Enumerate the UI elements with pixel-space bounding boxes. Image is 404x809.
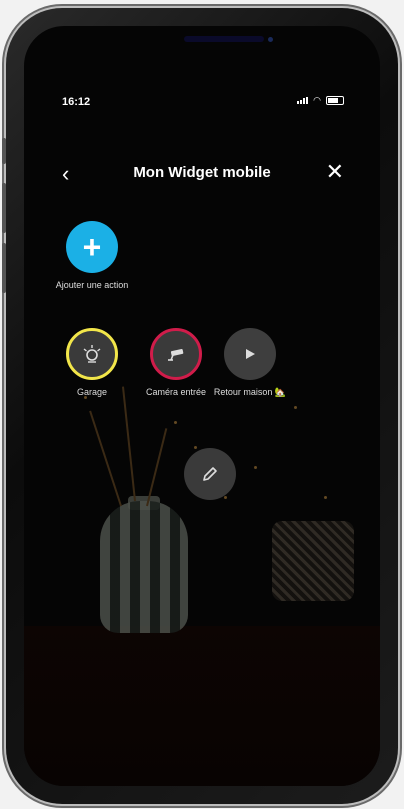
pencil-icon bbox=[184, 448, 236, 500]
camera-action[interactable]: Caméra entrée bbox=[136, 328, 216, 398]
garage-action[interactable]: Garage bbox=[52, 328, 132, 398]
dry-flower bbox=[254, 466, 257, 469]
dry-flower bbox=[294, 406, 297, 409]
background-table bbox=[24, 626, 380, 786]
plus-icon: + bbox=[66, 221, 118, 273]
dry-branch bbox=[146, 428, 168, 507]
screen: 16:12 ◠ ‹ Mon Widget mobile ✕ + Ajouter … bbox=[24, 26, 380, 786]
speaker-grill bbox=[184, 36, 264, 42]
close-button[interactable]: ✕ bbox=[326, 161, 344, 183]
dry-flower bbox=[174, 421, 177, 424]
volume-down-button bbox=[2, 243, 6, 293]
add-action-label: Ajouter une action bbox=[55, 280, 129, 290]
volume-up-button bbox=[2, 183, 6, 233]
wifi-icon: ◠ bbox=[313, 95, 321, 105]
add-action-button[interactable]: + Ajouter une action bbox=[52, 221, 132, 291]
signal-icon bbox=[297, 97, 309, 104]
camera-label: Caméra entrée bbox=[145, 387, 207, 397]
scenario-action[interactable]: Retour maison 🏡 bbox=[210, 328, 290, 398]
dry-branch bbox=[89, 410, 122, 507]
mute-switch bbox=[2, 138, 6, 164]
battery-icon bbox=[326, 96, 344, 105]
garage-light-icon bbox=[66, 328, 118, 380]
scenario-label: Retour maison 🏡 bbox=[213, 387, 287, 397]
edit-button[interactable] bbox=[184, 448, 236, 500]
woven-vase bbox=[272, 521, 354, 601]
front-camera bbox=[268, 37, 273, 42]
status-time: 16:12 bbox=[62, 96, 91, 108]
security-camera-icon bbox=[150, 328, 202, 380]
phone-frame: 16:12 ◠ ‹ Mon Widget mobile ✕ + Ajouter … bbox=[2, 8, 398, 804]
dry-branch bbox=[121, 386, 136, 502]
striped-vase bbox=[100, 501, 188, 633]
play-icon bbox=[224, 328, 276, 380]
status-icons: ◠ bbox=[297, 96, 344, 105]
garage-label: Garage bbox=[76, 387, 108, 397]
dry-flower bbox=[324, 496, 327, 499]
